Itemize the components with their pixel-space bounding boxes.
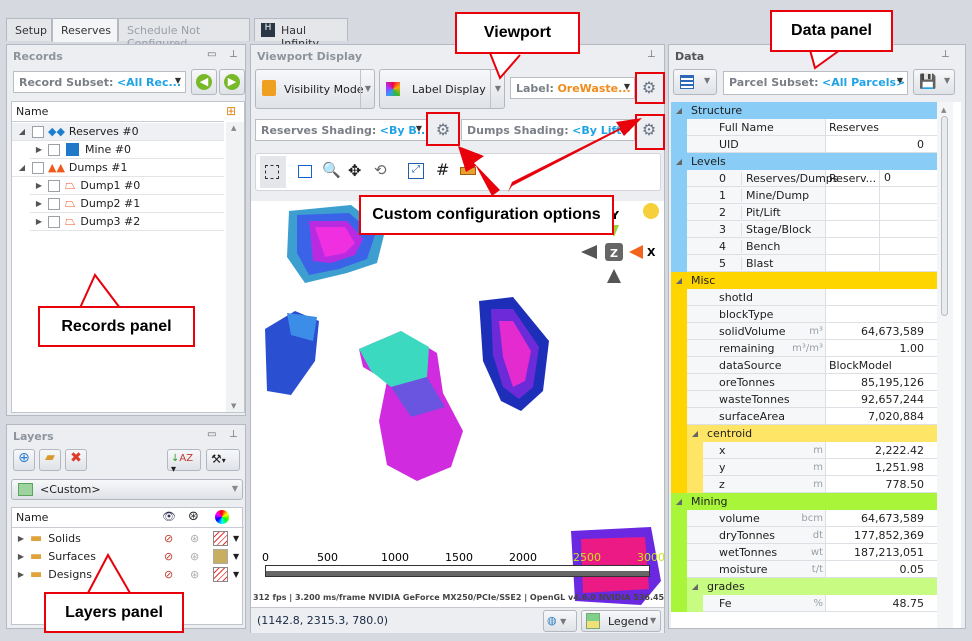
- callout-viewport: Viewport: [455, 12, 580, 54]
- callout-data-panel: Data panel: [770, 10, 893, 52]
- callout-records-panel: Records panel: [38, 306, 195, 347]
- callout-custom-config: Custom configuration options: [359, 195, 614, 235]
- callout-layers-panel: Layers panel: [44, 592, 184, 633]
